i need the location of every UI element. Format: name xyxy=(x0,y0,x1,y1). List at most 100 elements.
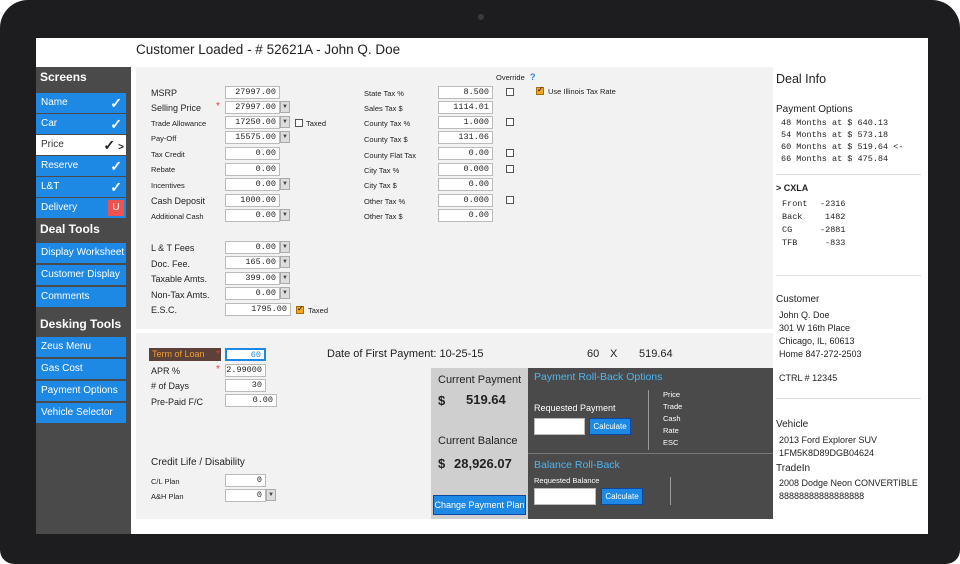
cxla-tfb-value: -833 xyxy=(825,238,846,248)
screens-heading: Screens xyxy=(40,70,87,84)
city-tax-amt-input[interactable]: 0.00 xyxy=(438,178,493,191)
county-tax-pct-label: County Tax % xyxy=(364,119,411,128)
times-sign: X xyxy=(610,348,618,360)
prepaid-fc-label: Pre-Paid F/C xyxy=(151,397,204,407)
tax-credit-input[interactable]: 0.00 xyxy=(225,147,280,160)
override-county-flat-checkbox[interactable] xyxy=(506,149,514,157)
override-state-tax-checkbox[interactable] xyxy=(506,88,514,96)
payment-option-48[interactable]: 48 Months at $ 640.13 xyxy=(781,118,888,128)
esc-taxed-checkbox[interactable] xyxy=(296,304,304,314)
apr-input[interactable]: 2.99000 xyxy=(225,364,266,377)
city-tax-pct-input[interactable]: 0.000 xyxy=(438,163,493,176)
sidebar-item-car[interactable]: Car ✓ xyxy=(36,114,126,134)
sales-tax-input[interactable]: 1114.01 xyxy=(438,101,493,114)
lt-fees-label: L & T Fees xyxy=(151,243,195,253)
chevron-down-icon[interactable]: ▼ xyxy=(280,116,290,128)
trade-taxed-checkbox[interactable] xyxy=(295,119,303,127)
county-flat-tax-input[interactable]: 0.00 xyxy=(438,147,493,160)
divider xyxy=(776,174,921,175)
change-payment-plan-button[interactable]: Change Payment Plan xyxy=(433,495,526,515)
ctrl-number: CTRL # 12345 xyxy=(779,373,838,383)
payoff-label: Pay-Off xyxy=(151,134,177,143)
trade-allowance-input[interactable]: 17250.00 xyxy=(225,116,280,129)
chevron-down-icon[interactable]: ▼ xyxy=(280,131,290,143)
term-of-loan-label: Term of Loan xyxy=(149,348,221,361)
esc-input[interactable]: 1795.00 xyxy=(225,303,291,316)
doc-fee-input[interactable]: 165.00 xyxy=(225,256,280,269)
non-tax-amts-input[interactable]: 0.00 xyxy=(225,287,280,300)
requested-balance-input[interactable] xyxy=(534,488,596,505)
illinois-tax-label: Use Illinois Tax Rate xyxy=(548,87,616,96)
comments-button[interactable]: Comments xyxy=(36,287,126,307)
prepaid-fc-input[interactable]: 0.00 xyxy=(225,394,277,407)
other-tax-amt-input[interactable]: 0.00 xyxy=(438,209,493,222)
payment-summary: 519.64 xyxy=(639,348,673,360)
current-payment-box: Current Payment $ 519.64 Current Balance… xyxy=(431,368,528,519)
days-input[interactable]: 30 xyxy=(225,379,266,392)
additional-cash-input[interactable]: 0.00 xyxy=(225,209,280,222)
ah-plan-input[interactable]: 0 xyxy=(225,489,266,502)
other-tax-pct-input[interactable]: 0.000 xyxy=(438,194,493,207)
override-other-tax-checkbox[interactable] xyxy=(506,196,514,204)
chevron-down-icon[interactable]: ▼ xyxy=(280,287,290,299)
cxla-front-label: Front xyxy=(782,199,808,209)
cl-plan-input[interactable]: 0 xyxy=(225,474,266,487)
option-price: Price xyxy=(663,390,681,399)
current-payment-value: 519.64 xyxy=(466,392,506,407)
override-city-tax-checkbox[interactable] xyxy=(506,165,514,173)
zeus-menu-button[interactable]: Zeus Menu xyxy=(36,337,126,357)
override-county-tax-checkbox[interactable] xyxy=(506,118,514,126)
cash-deposit-input[interactable]: 1000.00 xyxy=(225,194,280,207)
deal-info-panel: Deal Info Payment Options 48 Months at $… xyxy=(776,67,928,534)
lt-fees-input[interactable]: 0.00 xyxy=(225,241,280,254)
vehicle-selector-button[interactable]: Vehicle Selector xyxy=(36,403,126,423)
sidebar-item-label: Reserve xyxy=(41,160,79,171)
taxable-amts-input[interactable]: 399.00 xyxy=(225,272,280,285)
chevron-down-icon[interactable]: ▼ xyxy=(280,101,290,113)
chevron-down-icon[interactable]: ▼ xyxy=(280,272,290,284)
county-tax-pct-input[interactable]: 1.000 xyxy=(438,116,493,129)
sidebar-item-delivery[interactable]: Delivery U xyxy=(36,198,126,218)
help-icon[interactable]: ? xyxy=(530,72,536,82)
calculate-balance-button[interactable]: Calculate xyxy=(601,488,643,505)
loan-panel: Term of Loan * 60 APR % * 2.99000 # of D… xyxy=(136,333,773,519)
incentives-input[interactable]: 0.00 xyxy=(225,178,280,191)
chevron-down-icon[interactable]: ▼ xyxy=(280,209,290,221)
sidebar-item-lt[interactable]: L&T ✓ xyxy=(36,177,126,197)
state-tax-input[interactable]: 8.500 xyxy=(438,86,493,99)
sidebar-item-price[interactable]: Price ✓ > xyxy=(36,135,126,155)
gas-cost-button[interactable]: Gas Cost xyxy=(36,359,126,379)
requested-payment-input[interactable] xyxy=(534,418,585,435)
chevron-down-icon[interactable]: ▼ xyxy=(280,241,290,253)
cxla-back-value: 1482 xyxy=(825,212,846,222)
county-tax-amt-input[interactable]: 131.06 xyxy=(438,131,493,144)
payment-options-button[interactable]: Payment Options xyxy=(36,381,126,401)
cxla-cg-label: CG xyxy=(782,225,793,235)
sidebar-item-name[interactable]: Name ✓ xyxy=(36,93,126,113)
payoff-input[interactable]: 15575.00 xyxy=(225,131,280,144)
display-worksheet-button[interactable]: Display Worksheet xyxy=(36,243,126,263)
sidebar-item-reserve[interactable]: Reserve ✓ xyxy=(36,156,126,176)
customer-display-button[interactable]: Customer Display xyxy=(36,265,126,285)
illinois-tax-checkbox[interactable] xyxy=(536,85,544,95)
rebate-input[interactable]: 0.00 xyxy=(225,163,280,176)
chevron-down-icon[interactable]: ▼ xyxy=(280,256,290,268)
msrp-input[interactable]: 27997.00 xyxy=(225,86,280,99)
option-esc: ESC xyxy=(663,438,679,447)
cxla-heading: > CXLA xyxy=(776,183,809,193)
payment-option-60[interactable]: 60 Months at $ 519.64 <- xyxy=(781,142,903,152)
other-tax-amt-label: Other Tax $ xyxy=(364,212,403,221)
payment-option-54[interactable]: 54 Months at $ 573.18 xyxy=(781,130,888,140)
chevron-down-icon[interactable]: ▼ xyxy=(266,489,276,501)
calculate-payment-button[interactable]: Calculate xyxy=(589,418,631,435)
current-payment-label: Current Payment xyxy=(438,374,522,386)
camera-icon xyxy=(478,14,484,20)
chevron-down-icon[interactable]: ▼ xyxy=(280,178,290,190)
payment-rollback-panel: Current Payment $ 519.64 Current Balance… xyxy=(431,368,773,519)
vehicle-model: 2013 Ford Explorer SUV xyxy=(779,435,878,445)
city-tax-pct-label: City Tax % xyxy=(364,166,400,175)
payment-option-66[interactable]: 66 Months at $ 475.84 xyxy=(781,154,888,164)
selling-price-input[interactable]: 27997.00 xyxy=(225,101,280,114)
rebate-label: Rebate xyxy=(151,165,176,174)
term-of-loan-input[interactable]: 60 xyxy=(225,348,266,361)
